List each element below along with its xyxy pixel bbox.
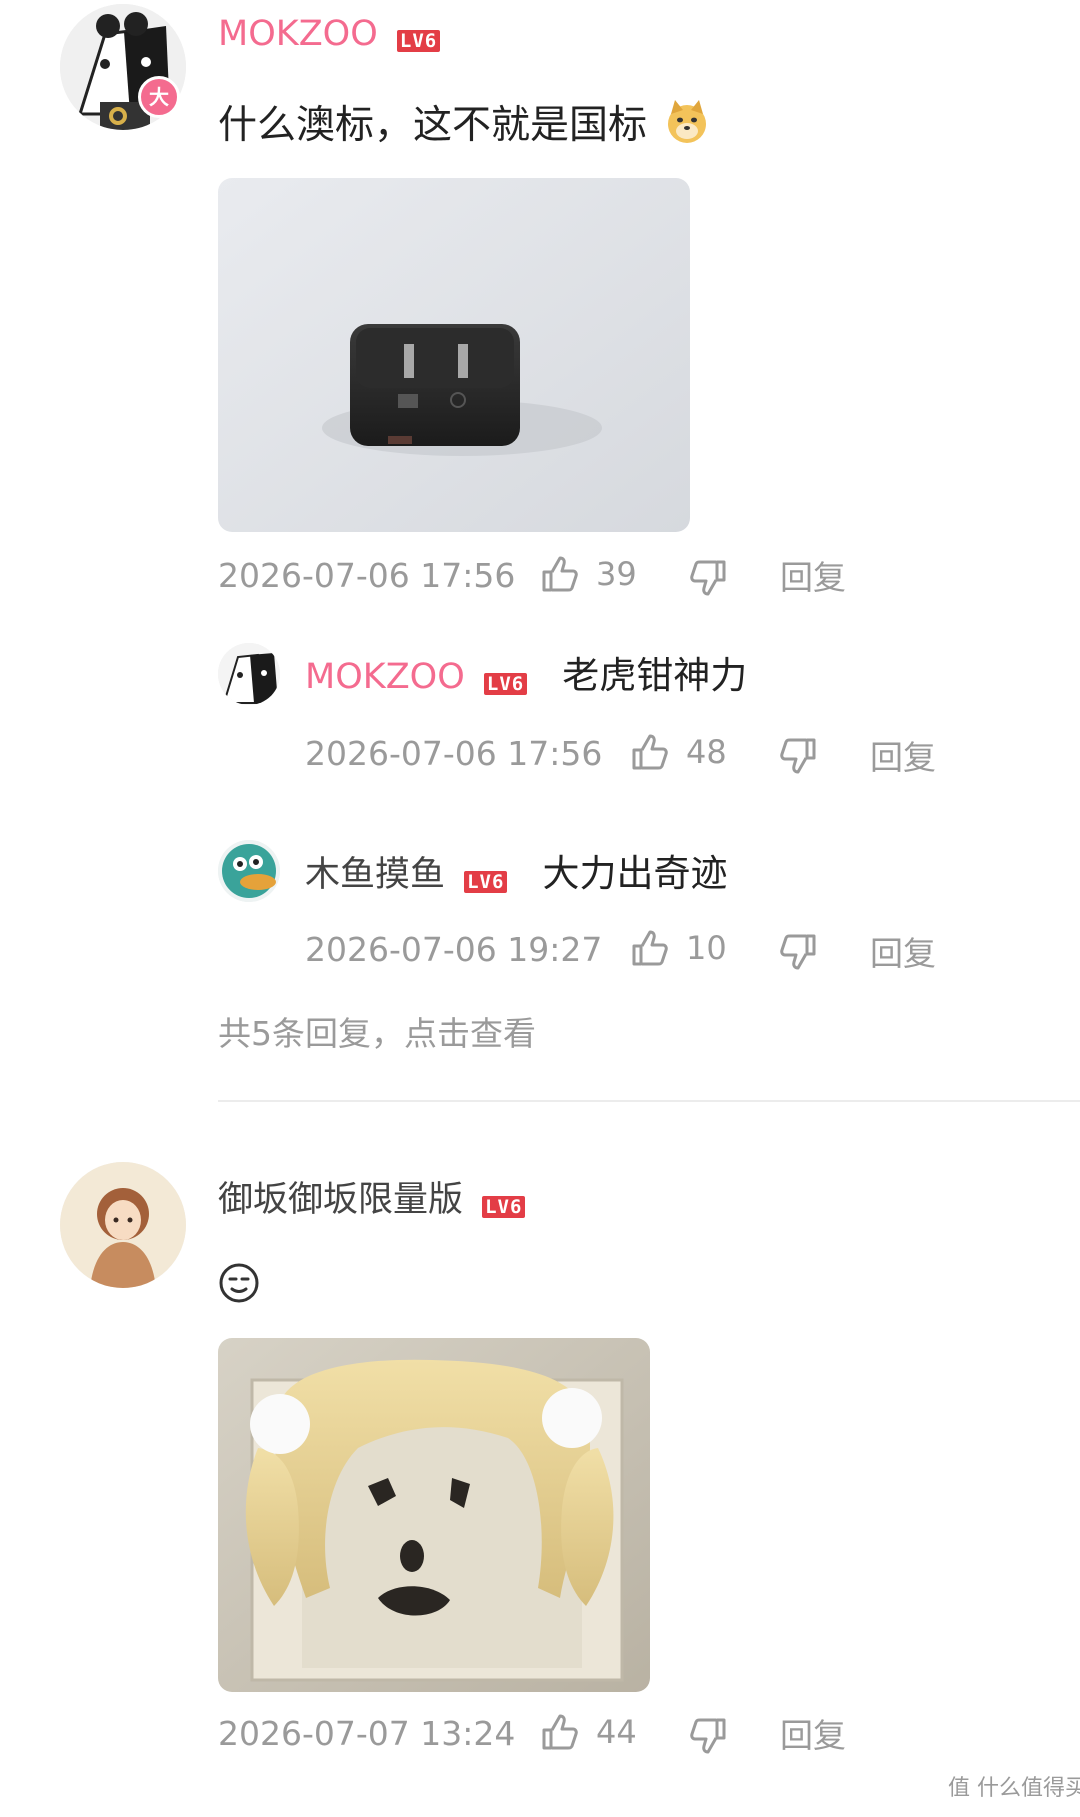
comment-header: 御坂御坂限量版 LV6	[218, 1180, 526, 1220]
reply-avatar[interactable]	[218, 643, 280, 705]
comment-item: 大 MOKZOO LV6 什么澳标，这不就是国标 2026-07-06 17:5…	[0, 0, 1080, 1100]
reply-date: 2026-07-06 17:56	[305, 734, 603, 773]
like-count: 39	[596, 555, 637, 593]
reply-header: MOKZOO LV6 老虎钳神力	[305, 654, 747, 698]
watermark: 值 什么值得买	[948, 1776, 1080, 1801]
level-badge: LV6	[482, 1195, 526, 1218]
reply-text: 老虎钳神力	[562, 654, 748, 697]
reply-header: 木鱼摸鱼 LV6 大力出奇迹	[305, 852, 728, 896]
dislike-icon[interactable]	[688, 558, 728, 598]
like-count: 48	[686, 733, 727, 771]
reply-avatar[interactable]	[218, 840, 280, 902]
avatar[interactable]	[60, 1162, 186, 1288]
level-badge: LV6	[483, 672, 528, 695]
username[interactable]: 御坂御坂限量版	[218, 1180, 463, 1220]
dislike-icon[interactable]	[688, 1716, 728, 1756]
reply-date: 2026-07-06 19:27	[305, 930, 603, 969]
dislike-icon[interactable]	[778, 932, 818, 972]
reply-username[interactable]: MOKZOO	[305, 657, 465, 697]
avatar-badge: 大	[138, 76, 180, 118]
comment-date: 2026-07-07 13:24	[218, 1714, 516, 1753]
like-icon[interactable]	[540, 1712, 580, 1752]
like-icon[interactable]	[540, 554, 580, 594]
like-icon[interactable]	[630, 928, 670, 968]
reply-button[interactable]: 回复	[870, 738, 936, 778]
comment-date: 2026-07-06 17:56	[218, 556, 516, 595]
comment-header: MOKZOO LV6	[218, 14, 441, 54]
comment-text-content: 什么澳标，这不就是国标	[218, 103, 648, 148]
reply-text: 大力出奇迹	[542, 852, 728, 895]
like-count: 44	[596, 1713, 637, 1751]
comment-text	[218, 1262, 260, 1308]
reply-button[interactable]: 回复	[780, 1716, 846, 1756]
comment-text: 什么澳标，这不就是国标	[218, 98, 711, 149]
level-badge: LV6	[396, 29, 441, 52]
level-badge: LV6	[464, 870, 508, 893]
comment-item: 御坂御坂限量版 LV6 2026-07-07 13:24 44 回复	[0, 1102, 1080, 1817]
sweat-smile-emoji-icon	[218, 1262, 260, 1304]
like-count: 10	[686, 929, 727, 967]
reply-button[interactable]: 回复	[870, 934, 936, 974]
comment-image[interactable]	[218, 1338, 650, 1692]
reply-username[interactable]: 木鱼摸鱼	[305, 855, 445, 895]
dislike-icon[interactable]	[778, 736, 818, 776]
like-icon[interactable]	[630, 732, 670, 772]
comment-image[interactable]	[218, 178, 690, 532]
reply-button[interactable]: 回复	[780, 558, 846, 598]
username[interactable]: MOKZOO	[218, 14, 378, 54]
doge-emoji-icon	[663, 98, 711, 146]
view-more-replies-link[interactable]: 共5条回复，点击查看	[218, 1014, 536, 1054]
